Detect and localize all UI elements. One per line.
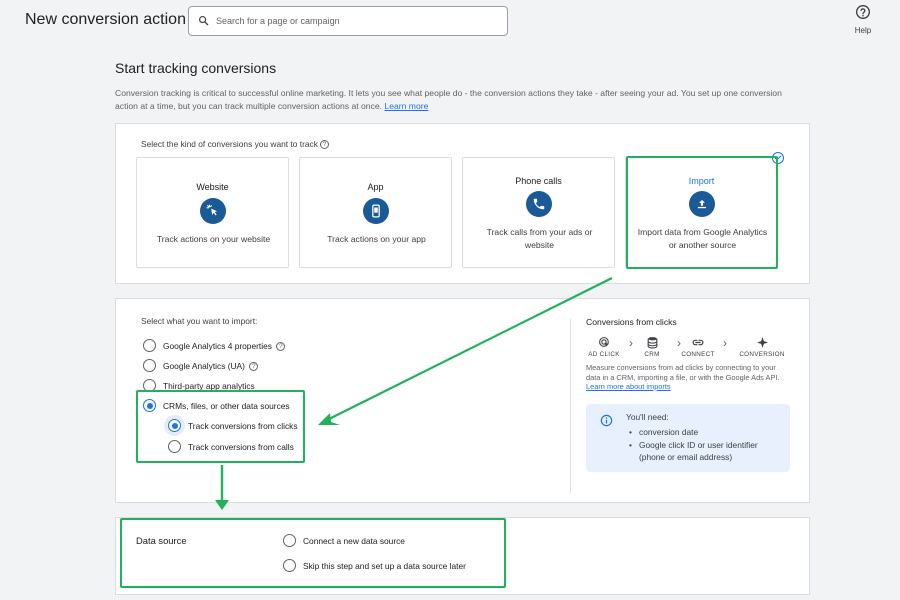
info-icon [600,414,613,427]
upload-icon [689,191,715,217]
radio-track-calls-label: Track conversions from calls [188,442,294,452]
conversions-description: Measure conversions from ad clicks by co… [586,363,791,392]
divider [570,319,571,493]
page-title: Start tracking conversions [115,60,277,76]
database-icon [647,337,657,349]
tile-app-title: App [367,182,384,192]
tile-phone-calls-title: Phone calls [515,176,562,186]
requirements-list: conversion date Google click ID or user … [629,426,784,464]
radio-ga4-label: Google Analytics 4 properties [163,341,272,351]
data-source-title: Data source [136,535,187,546]
tile-app-desc: Track actions on your app [327,234,426,244]
smartphone-icon [363,198,389,224]
ad-click-icon [598,337,609,347]
top-bar: New conversion action Help [0,0,900,44]
help-circle-icon[interactable]: ? [249,362,259,372]
tile-import-title: Import [688,176,715,186]
radio-third-party-label: Third-party app analytics [163,381,255,391]
search-input[interactable] [216,12,496,30]
radio-button[interactable] [143,379,156,392]
tile-import-desc: Import data from Google Analytics or ano… [637,227,768,250]
flow-step-connect: CONNECT [676,336,720,358]
radio-crm-label: CRMs, files, or other data sources [163,401,290,411]
help-circle-icon[interactable]: ? [276,342,286,352]
flow-step-label: CONNECT [681,351,715,358]
requirement-item: conversion date [629,426,784,439]
help-label: Help [854,26,872,35]
tile-website-desc: Track actions on your website [156,234,271,244]
radio-button[interactable] [283,534,296,547]
requirements-title: You'll need: [626,412,669,422]
conversions-from-clicks-title: Conversions from clicks [586,317,677,327]
tile-phone-calls[interactable]: Phone calls Track calls from your ads or… [462,157,615,268]
search-box[interactable] [188,6,508,36]
flow-step-ad-click: AD CLICK [582,336,626,358]
radio-button[interactable] [283,559,296,572]
radio-ga-ua-label: Google Analytics (UA) [163,361,245,371]
conversion-kind-card: Select the kind of conversions you want … [115,123,810,284]
flow-step-label: CONVERSION [739,351,785,358]
conversions-description-text: Measure conversions from ad clicks by co… [586,363,780,382]
flow-step-label: AD CLICK [588,351,620,358]
learn-more-imports-link[interactable]: Learn more about imports [586,382,671,391]
requirement-item: Google click ID or user identifier (phon… [629,439,784,464]
data-source-card: Data source Connect a new data source Sk… [115,517,810,595]
learn-more-link[interactable]: Learn more [384,101,428,111]
phone-icon [526,191,552,217]
radio-button[interactable] [143,339,156,352]
chevron-right-icon: › [723,336,727,350]
import-options-card: Select what you want to import: Google A… [115,298,810,503]
kind-prompt-label: Select the kind of conversions you want … [141,139,318,149]
sparkle-icon [756,337,768,348]
page-header-title: New conversion action [25,11,186,28]
cursor-click-icon [200,198,226,224]
intro-text: Conversion tracking is critical to succe… [115,87,795,113]
radio-track-clicks-label: Track conversions from clicks [188,421,298,431]
help-button[interactable]: Help [848,4,878,38]
flow-step-crm: CRM [630,336,674,358]
flow-step-label: CRM [644,351,660,358]
tile-import[interactable]: Import Import data from Google Analytics… [625,157,778,268]
tile-phone-calls-desc: Track calls from your ads or website [486,227,593,250]
kind-prompt: Select the kind of conversions you want … [141,139,329,150]
radio-button[interactable] [168,440,181,453]
search-icon [199,16,209,26]
tile-website[interactable]: Website Track actions on your website [136,157,289,268]
tile-website-title: Website [196,182,229,192]
import-prompt: Select what you want to import: [141,316,258,326]
intro-body: Conversion tracking is critical to succe… [115,88,782,111]
flow-step-conversion: CONVERSION [732,336,792,358]
radio-button-selected[interactable] [168,419,181,432]
radio-skip-label: Skip this step and set up a data source … [303,561,466,571]
radio-connect-label: Connect a new data source [303,536,405,546]
help-icon [856,5,870,19]
radio-button-selected[interactable] [143,399,156,412]
tile-app[interactable]: App Track actions on your app [299,157,452,268]
selected-check-icon [772,152,784,164]
radio-button[interactable] [143,359,156,372]
requirements-box: You'll need: conversion date Google clic… [586,404,790,472]
help-circle-icon[interactable]: ? [319,140,329,150]
link-icon [692,339,704,346]
